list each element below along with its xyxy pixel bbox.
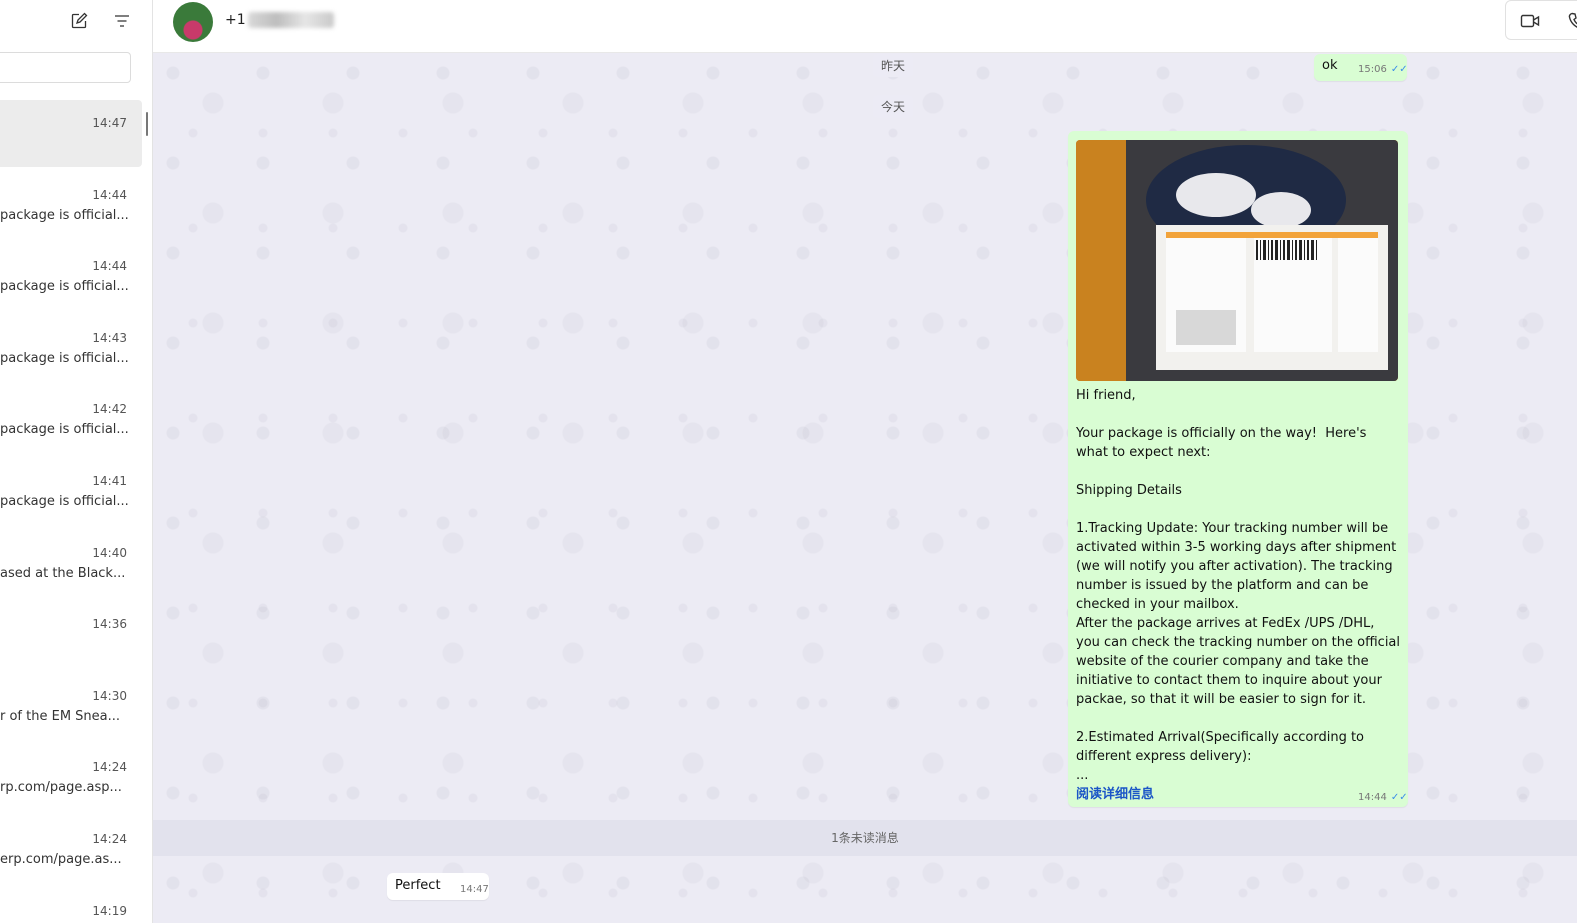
chat-time: 14:42 [92,402,127,417]
chat-list: 14:47 14:44 package is official... 14:44… [0,100,152,923]
chat-time: 14:41 [92,473,127,488]
chat-list-item[interactable]: 14:36 [0,601,142,673]
chat-list-item[interactable]: 14:40 ased at the Black... [0,530,142,602]
chat-list-item[interactable]: 14:24 erp.com/page.as... [0,816,142,888]
message-time: 14:47 [460,884,489,895]
message-time: 14:44 [1358,792,1387,803]
redacted-number [247,12,334,28]
chat-list-item[interactable]: 14:42 package is official... [0,386,142,458]
chat-list-item[interactable]: 14:47 [0,100,142,167]
chat-preview: package is official... [0,493,129,509]
chat-header: +1 [153,0,1577,53]
voice-call-icon[interactable] [1568,11,1577,35]
chat-list-item[interactable]: 14:19 [0,888,142,923]
conversation-pane[interactable]: 昨天 今天 ok 15:06 ✓✓ Hi friend, Your packag… [153,53,1577,923]
chat-preview: ased at the Black... [0,565,126,581]
message-meta: 15:06 ✓✓ [1358,64,1408,75]
chat-preview: package is official... [0,422,129,438]
chat-time: 14:44 [92,259,127,274]
compose-icon[interactable] [68,10,90,32]
contact-number: +1 [225,12,246,28]
message-bubble-incoming[interactable]: Perfect 14:47 [387,873,489,900]
video-call-icon[interactable] [1520,12,1540,34]
chat-list-item[interactable]: 14:44 package is official... [0,243,142,315]
chat-time: 14:30 [92,688,127,703]
read-more-link[interactable]: 阅读详细信息 [1076,783,1154,802]
chat-list-item[interactable]: 14:43 package is official... [0,315,142,387]
chat-preview: erp.com/page.as... [0,851,122,867]
chat-time: 14:24 [92,760,127,775]
chat-time: 14:43 [92,330,127,345]
date-divider: 今天 [873,95,914,118]
chat-list-item[interactable]: 14:24 rp.com/page.asp... [0,744,142,816]
message-meta: 14:47 [460,884,489,895]
chat-time: 14:36 [92,617,127,632]
chat-sidebar: 14:47 14:44 package is official... 14:44… [0,0,153,923]
sidebar-header [0,0,152,42]
chat-preview: package is official... [0,350,129,366]
date-divider: 昨天 [873,54,914,77]
avatar[interactable] [173,2,213,42]
double-check-icon: ✓✓ [1390,792,1408,803]
message-bubble-outgoing[interactable]: Hi friend, Your package is officially on… [1068,131,1408,807]
double-check-icon: ✓✓ [1390,64,1408,75]
message-time: 15:06 [1358,64,1387,75]
chat-time: 14:24 [92,831,127,846]
message-bubble-outgoing[interactable]: ok 15:06 ✓✓ [1314,54,1408,81]
message-text: ok [1322,58,1338,73]
chat-time: 14:19 [92,903,127,918]
chat-time: 14:44 [92,187,127,202]
sidebar-scrollbar[interactable] [146,112,148,136]
chat-preview: r of the EM Snea... [0,708,121,724]
chat-time: 14:47 [92,116,127,130]
chat-preview: rp.com/page.asp... [0,780,122,796]
shipment-photo[interactable] [1076,140,1398,381]
chat-preview: package is official... [0,207,129,223]
chat-list-item[interactable]: 14:30 r of the EM Snea... [0,673,142,745]
chat-list-item[interactable]: 14:41 package is official... [0,458,142,530]
message-text: Perfect [395,878,441,893]
chat-preview: package is official... [0,279,129,295]
chat-time: 14:40 [92,545,127,560]
contact-name[interactable]: +1 [225,12,334,28]
chat-list-item[interactable]: 14:44 package is official... [0,172,142,244]
filter-icon[interactable] [111,10,133,32]
call-buttons [1505,0,1577,40]
unread-divider: 1条未读消息 [153,820,1577,856]
app-window: 14:47 14:44 package is official... 14:44… [0,0,1577,923]
message-meta: 14:44 ✓✓ [1358,792,1408,803]
search-input[interactable] [0,52,131,83]
message-text: Hi friend, Your package is officially on… [1076,388,1401,783]
